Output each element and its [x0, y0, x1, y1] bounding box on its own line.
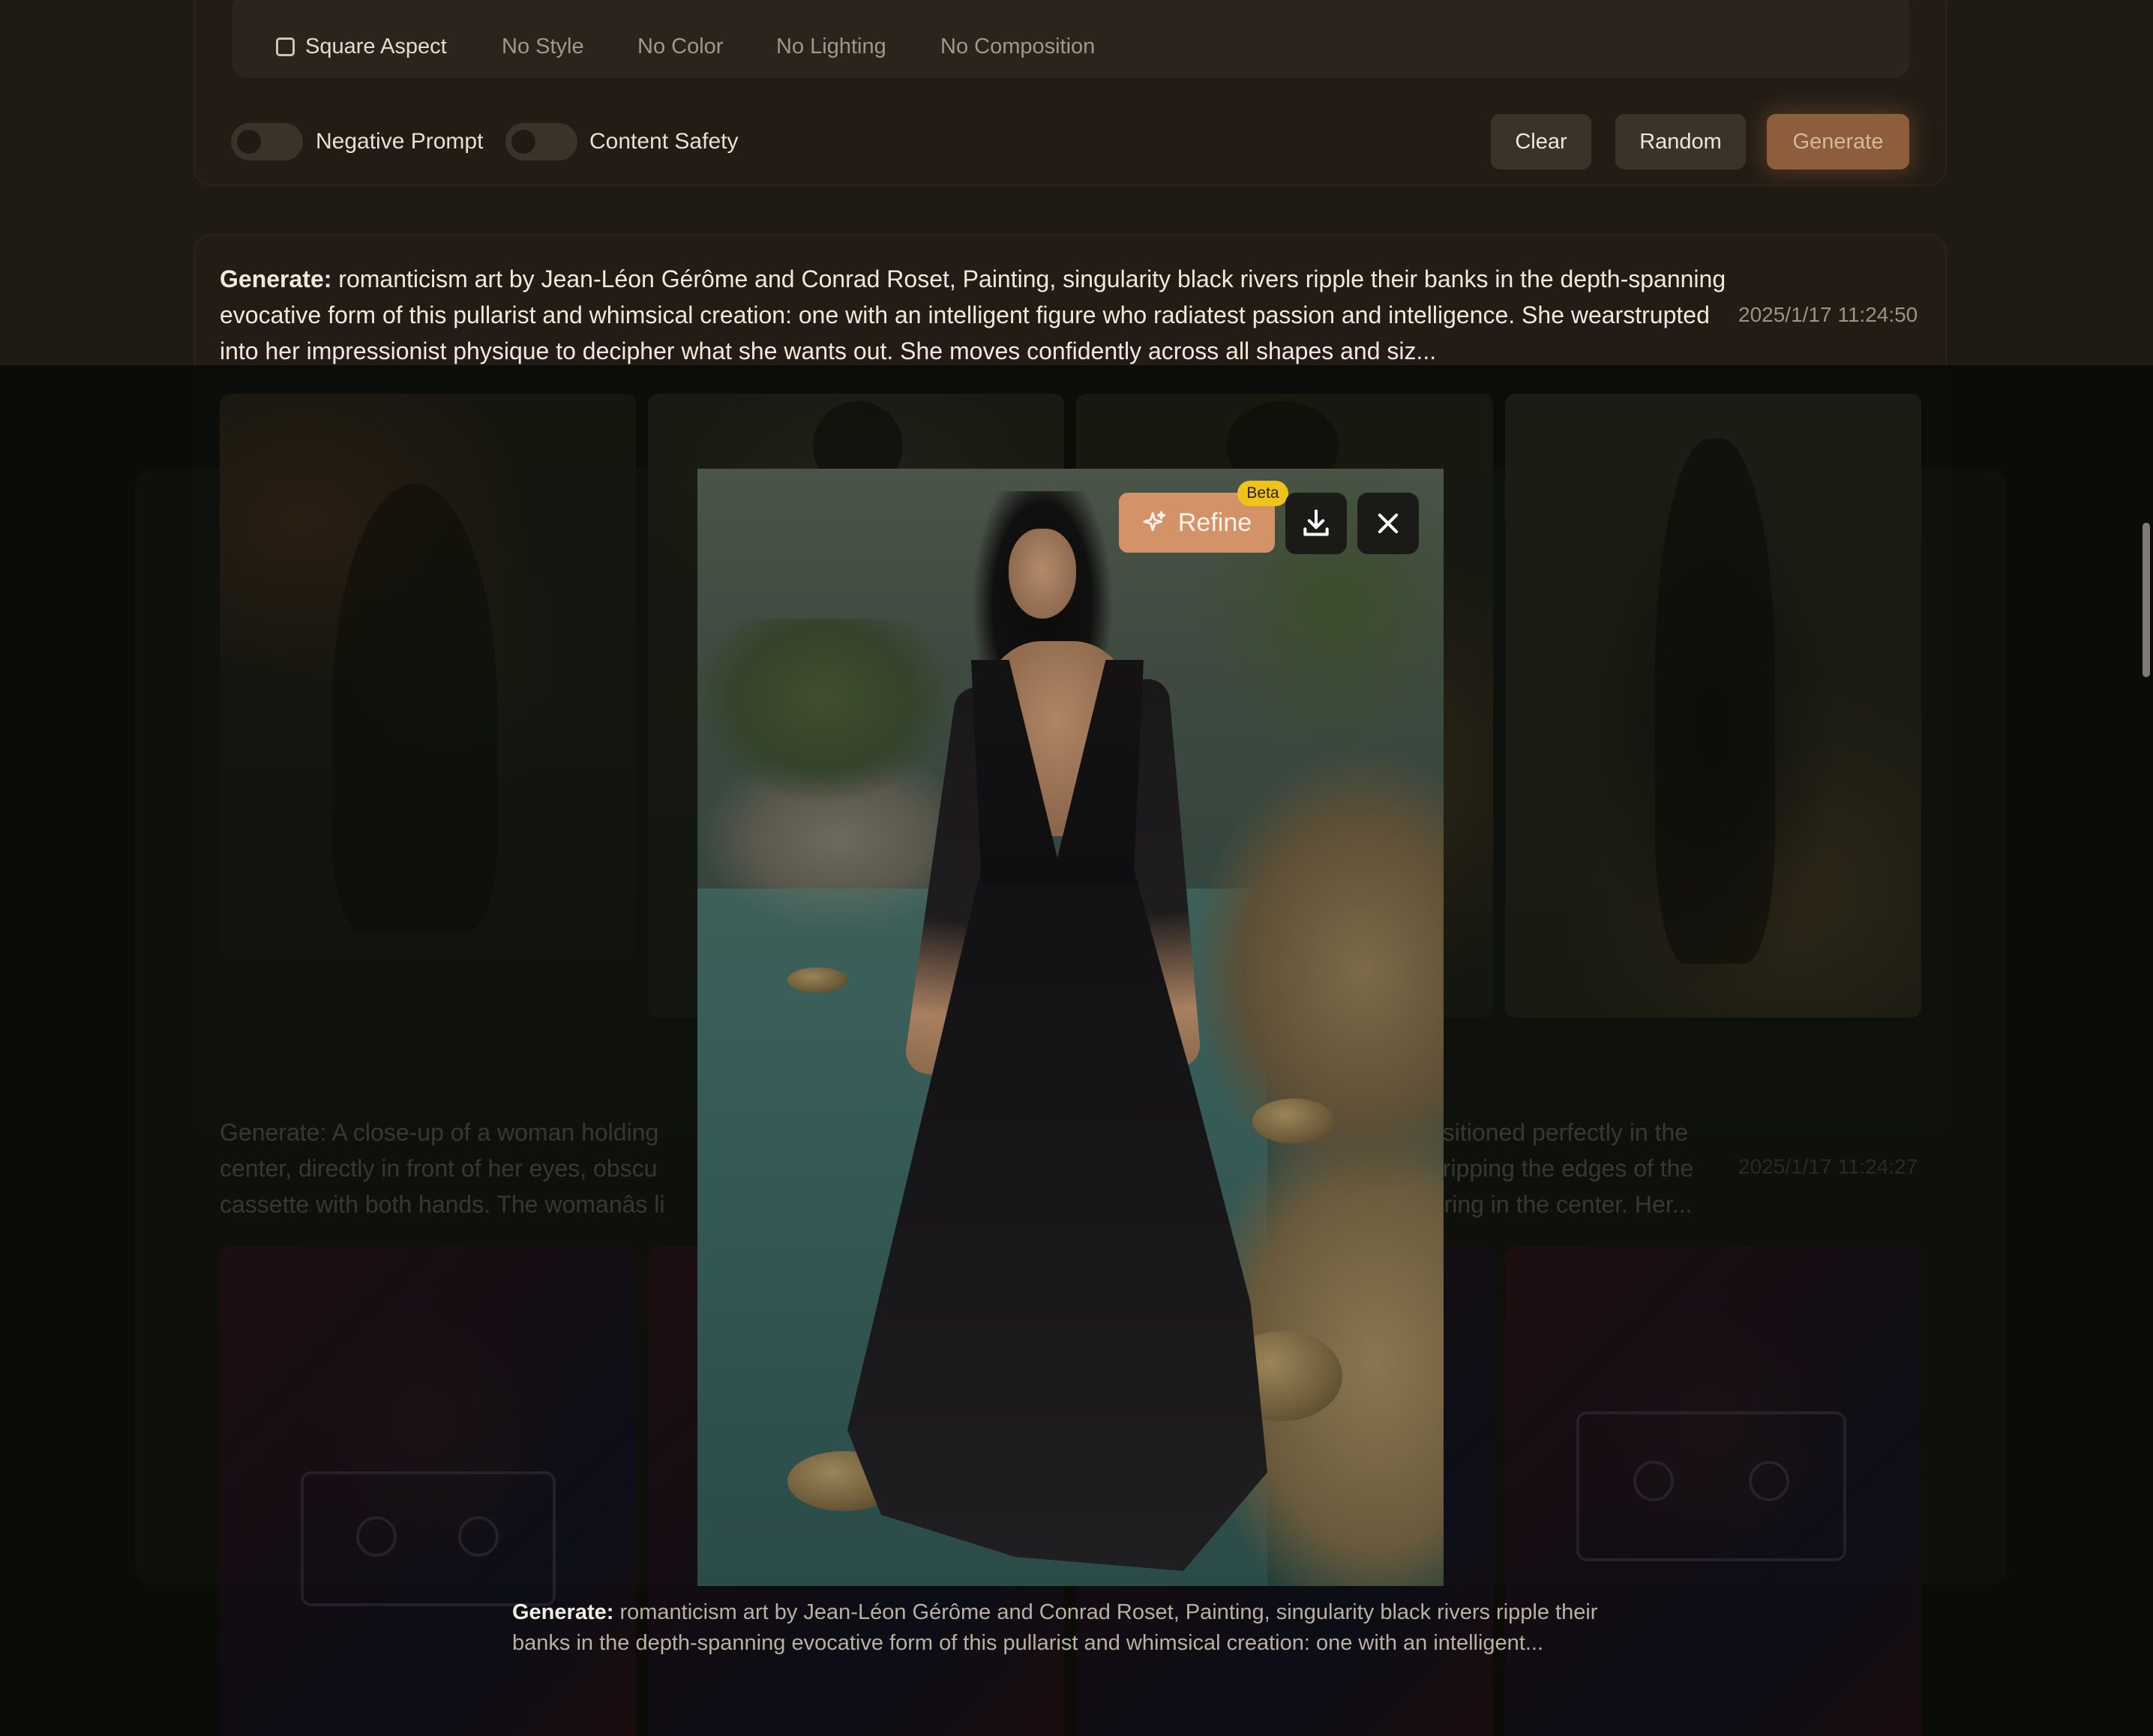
- prompt-label: Generate:: [220, 1119, 327, 1146]
- generate-button[interactable]: Generate: [1767, 114, 1909, 169]
- square-aspect-label: Square Aspect: [305, 34, 447, 58]
- caption-text: romanticism art by Jean-Léon Gérôme and …: [512, 1600, 1598, 1655]
- cassette-icon: [1576, 1411, 1846, 1561]
- content-safety-toggle[interactable]: [505, 123, 577, 160]
- cassette-icon: [301, 1471, 556, 1606]
- thumbnail-figure: [332, 484, 497, 934]
- negative-prompt-toggle[interactable]: [231, 123, 303, 160]
- image-rock: [787, 967, 847, 993]
- prompt-text-part: r ring in the center. Her...: [1429, 1191, 1693, 1218]
- random-button[interactable]: Random: [1615, 114, 1746, 169]
- thumbnail[interactable]: [220, 1246, 636, 1736]
- close-button[interactable]: [1357, 493, 1419, 554]
- close-icon: [1378, 513, 1399, 534]
- prompt-text-part: A close-up of a woman holding: [331, 1119, 659, 1146]
- content-safety-label: Content Safety: [589, 129, 739, 154]
- prompt-text-part: center, directly in front of her eyes, o…: [220, 1155, 658, 1182]
- image-figure: [847, 491, 1267, 1571]
- image-face: [1009, 529, 1076, 619]
- preview-caption: Generate: romanticism art by Jean-Léon G…: [512, 1597, 1652, 1659]
- thumbnail-figure: [1655, 439, 1775, 964]
- checkbox-icon[interactable]: [276, 37, 295, 56]
- reel-icon: [458, 1516, 499, 1557]
- download-button[interactable]: [1285, 493, 1347, 554]
- color-option[interactable]: No Color: [637, 33, 723, 60]
- reel-icon: [1749, 1461, 1789, 1501]
- thumbnail[interactable]: [220, 394, 636, 1018]
- sparkle-icon: [1143, 511, 1166, 532]
- history-timestamp: 2025/1/17 11:24:50: [1738, 303, 1918, 326]
- reel-icon: [1633, 1461, 1674, 1501]
- thumbnail[interactable]: [1505, 1246, 1921, 1736]
- toggle-knob: [511, 130, 535, 154]
- prompt-text-part: cassette with both hands. The womanâs li: [220, 1191, 665, 1218]
- thumbnail[interactable]: [1505, 394, 1921, 1018]
- negative-prompt-label: Negative Prompt: [316, 129, 484, 154]
- square-aspect-option[interactable]: Square Aspect: [276, 33, 447, 60]
- history-prompt: Generate: romanticism art by Jean-Léon G…: [220, 261, 1735, 369]
- reel-icon: [356, 1516, 397, 1557]
- caption-label: Generate:: [512, 1600, 614, 1624]
- prompt-text: romanticism art by Jean-Léon Gérôme and …: [220, 265, 1726, 364]
- prompt-text-part: gripping the edges of the: [1429, 1155, 1694, 1182]
- preview-image: [697, 469, 1444, 1586]
- download-icon: [1303, 509, 1329, 536]
- image-dress: [847, 866, 1267, 1571]
- composition-option[interactable]: No Composition: [940, 33, 1095, 60]
- toggle-knob: [237, 130, 261, 154]
- beta-badge: Beta: [1237, 481, 1288, 506]
- prompt-label: Generate:: [220, 265, 332, 292]
- style-option[interactable]: No Style: [502, 33, 584, 60]
- clear-button[interactable]: Clear: [1491, 114, 1591, 169]
- history-timestamp-faded: 2025/1/17 11:24:27: [1738, 1155, 1918, 1178]
- lighting-option[interactable]: No Lighting: [776, 33, 886, 60]
- refine-label: Refine: [1177, 508, 1252, 537]
- scrollbar-thumb[interactable]: [2143, 523, 2150, 677]
- prompt-text-part: ositioned perfectly in the: [1429, 1119, 1689, 1146]
